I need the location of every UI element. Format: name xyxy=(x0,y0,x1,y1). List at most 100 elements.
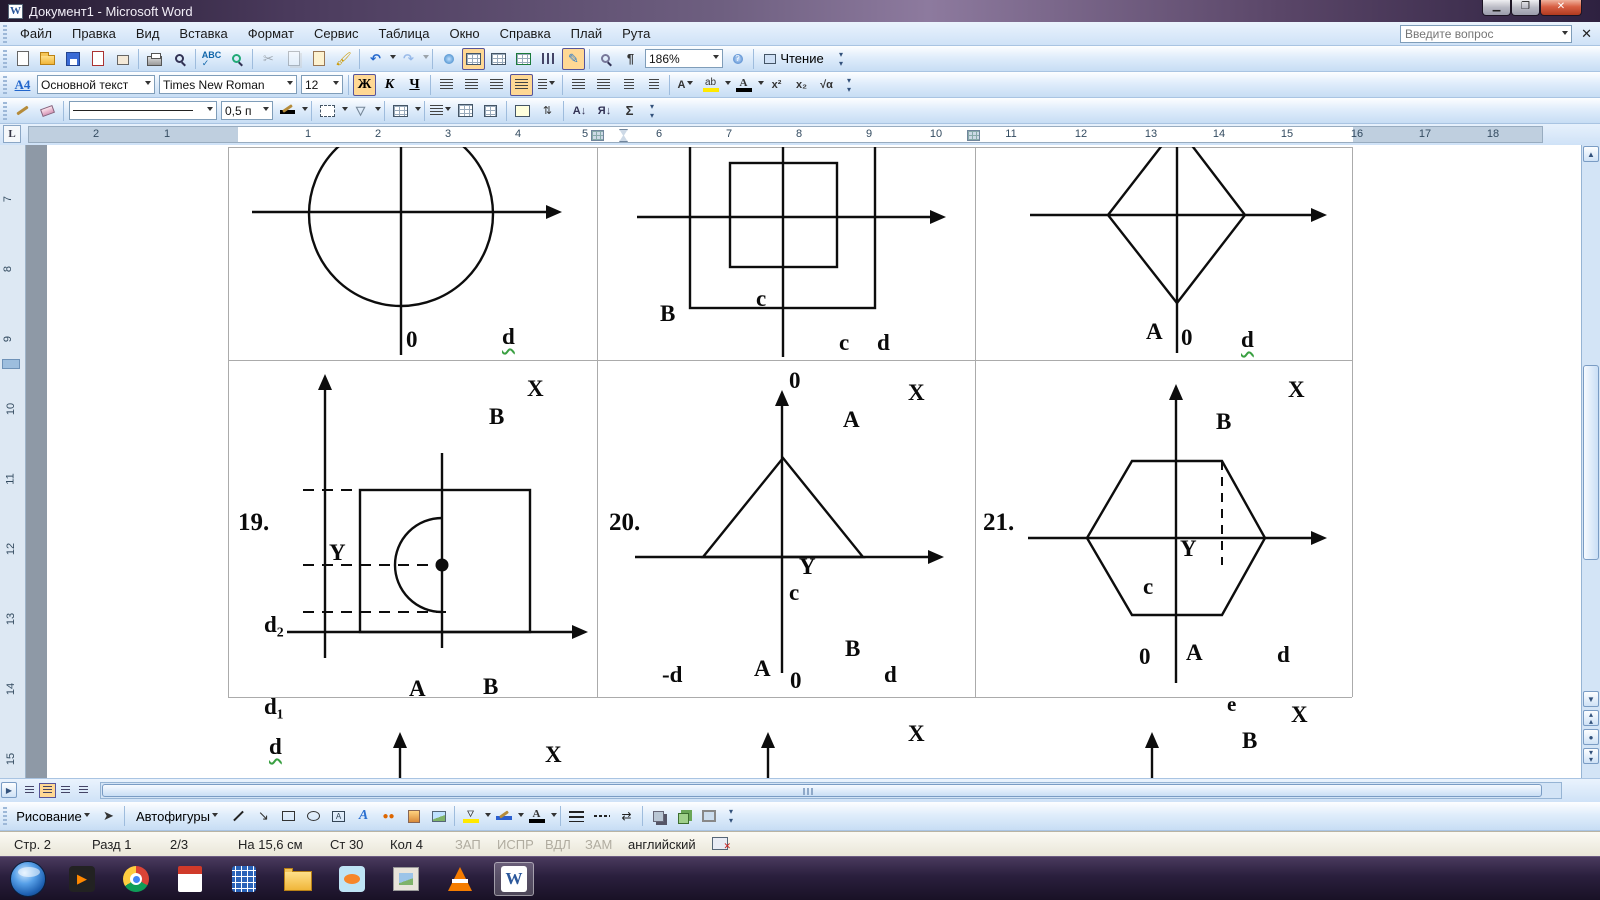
line-color-dropdown[interactable] xyxy=(518,813,524,820)
taskbar-explorer-icon[interactable] xyxy=(278,862,318,896)
menu-file[interactable]: Файл xyxy=(10,23,62,44)
horizontal-ruler[interactable]: 21123456789101112131415161718 xyxy=(28,126,1543,143)
vertical-ruler[interactable]: 789101112131415 xyxy=(0,145,26,778)
status-flag-track[interactable]: ИСПР xyxy=(497,837,534,852)
document-area[interactable]: 0 d X B B c c d 0 A X A 0 d B X 19. Y d₂… xyxy=(0,145,1581,778)
spelling-status-icon[interactable] xyxy=(712,837,728,850)
toolbar-options-chevron[interactable]: ▾▾ xyxy=(843,74,855,96)
previous-page-button[interactable]: ▴▴ xyxy=(1583,710,1599,726)
status-flag-ovr[interactable]: ЗАМ xyxy=(585,837,612,852)
taskbar-chrome-icon[interactable] xyxy=(116,862,156,896)
font-color-button[interactable]: А xyxy=(732,74,755,96)
read-mode-button[interactable]: Чтение xyxy=(758,48,830,70)
menu-insert[interactable]: Вставка xyxy=(169,23,237,44)
rectangle-tool-button[interactable] xyxy=(277,805,300,827)
scroll-right-button[interactable]: ▶ xyxy=(1,782,17,798)
draw-table-button[interactable] xyxy=(11,100,34,122)
undo-button[interactable]: ↶ xyxy=(364,48,387,70)
table-column-marker[interactable] xyxy=(591,130,604,141)
table-column-marker[interactable] xyxy=(967,130,980,141)
distribute-columns-button[interactable] xyxy=(479,100,502,122)
subscript-button[interactable]: x₂ xyxy=(790,74,813,96)
clip-art-button[interactable] xyxy=(402,805,425,827)
draw-menu-button[interactable]: Рисование xyxy=(11,805,95,827)
toolbar-grip[interactable] xyxy=(3,50,7,68)
oval-tool-button[interactable] xyxy=(302,805,325,827)
copy-button[interactable] xyxy=(282,48,305,70)
sort-ascending-button[interactable]: А↓ xyxy=(568,100,591,122)
select-browse-object-button[interactable]: ● xyxy=(1583,729,1599,745)
align-right-button[interactable] xyxy=(485,74,508,96)
sort-descending-button[interactable]: Я↓ xyxy=(593,100,616,122)
menu-format[interactable]: Формат xyxy=(238,23,304,44)
spelling-button[interactable]: ABC✓ xyxy=(200,48,223,70)
insert-table-dropdown[interactable] xyxy=(415,107,421,114)
undo-dropdown[interactable] xyxy=(390,55,396,62)
style-combo[interactable]: Основной текст xyxy=(37,75,155,94)
toolbar-grip[interactable] xyxy=(3,76,7,94)
minimize-button[interactable]: ▁ xyxy=(1482,0,1511,16)
start-button[interactable] xyxy=(10,861,46,897)
horizontal-scroll-thumb[interactable] xyxy=(102,784,1542,797)
select-objects-button[interactable]: ➤ xyxy=(97,805,120,827)
text-box-button[interactable]: A xyxy=(327,805,350,827)
autoshapes-menu-button[interactable]: Автофигуры xyxy=(129,805,225,827)
close-icon[interactable]: ✕ xyxy=(1581,26,1592,42)
borders-button[interactable] xyxy=(316,100,339,122)
eraser-button[interactable] xyxy=(36,100,59,122)
taskbar-calculator-icon[interactable] xyxy=(224,862,264,896)
decrease-indent-button[interactable] xyxy=(617,74,640,96)
shadow-style-button[interactable] xyxy=(647,805,670,827)
menu-help[interactable]: Справка xyxy=(490,23,561,44)
fill-color-button[interactable]: 🜄 xyxy=(459,805,482,827)
toolbar-grip[interactable] xyxy=(3,102,7,120)
font-combo[interactable]: Times New Roman xyxy=(159,75,297,94)
close-button[interactable]: ✕ xyxy=(1540,0,1582,16)
text-direction-button[interactable]: ⇅ xyxy=(536,100,559,122)
bulleted-list-button[interactable] xyxy=(592,74,615,96)
email-button[interactable] xyxy=(111,48,134,70)
columns-button[interactable] xyxy=(537,48,560,70)
outline-view-button[interactable] xyxy=(57,783,74,798)
font-size-combo[interactable]: 12 xyxy=(301,75,343,94)
font-color-button-2[interactable]: А xyxy=(525,805,548,827)
tab-selector[interactable]: L xyxy=(3,125,21,143)
highlight-dropdown[interactable] xyxy=(725,81,731,88)
distribute-rows-button[interactable] xyxy=(454,100,477,122)
picture-frame-button[interactable] xyxy=(697,805,720,827)
border-color-button[interactable] xyxy=(276,100,299,122)
italic-button[interactable]: К xyxy=(378,74,401,96)
shading-dropdown[interactable] xyxy=(375,107,381,114)
underline-button[interactable]: Ч xyxy=(403,74,426,96)
diagram-button[interactable]: ●● xyxy=(377,805,400,827)
toolbar-grip[interactable] xyxy=(3,807,7,825)
scroll-up-button[interactable]: ▲ xyxy=(1583,146,1599,162)
save-button[interactable] xyxy=(61,48,84,70)
arrow-tool-button[interactable]: ↘ xyxy=(252,805,275,827)
threed-style-button[interactable] xyxy=(672,805,695,827)
hyperlink-button[interactable] xyxy=(437,48,460,70)
arrow-style-button[interactable]: ⇄ xyxy=(615,805,638,827)
open-button[interactable] xyxy=(36,48,59,70)
justify-button[interactable] xyxy=(510,74,533,96)
menu-window[interactable]: Окно xyxy=(439,23,489,44)
line-spacing-button[interactable] xyxy=(535,74,558,96)
horizontal-scroll-track[interactable] xyxy=(100,782,1562,799)
character-spacing-button[interactable]: А xyxy=(674,74,697,96)
menu-tools[interactable]: Сервис xyxy=(304,23,369,44)
autosum-button[interactable]: Σ xyxy=(618,100,641,122)
borders-dropdown[interactable] xyxy=(342,107,348,114)
restore-button[interactable]: ❐ xyxy=(1511,0,1540,16)
chevron-down-icon[interactable] xyxy=(1562,31,1568,38)
redo-dropdown[interactable] xyxy=(423,55,429,62)
redo-button[interactable]: ↷ xyxy=(397,48,420,70)
insert-table-button[interactable] xyxy=(487,48,510,70)
bold-button[interactable]: Ж xyxy=(353,74,376,96)
font-color-dropdown[interactable] xyxy=(758,81,764,88)
paste-button[interactable] xyxy=(307,48,330,70)
format-painter-button[interactable]: 🖌 xyxy=(332,48,355,70)
toolbar-options-chevron[interactable]: ▾▾ xyxy=(646,100,658,122)
border-color-dropdown[interactable] xyxy=(302,107,308,114)
align-center-button[interactable] xyxy=(460,74,483,96)
fill-color-dropdown[interactable] xyxy=(485,813,491,820)
